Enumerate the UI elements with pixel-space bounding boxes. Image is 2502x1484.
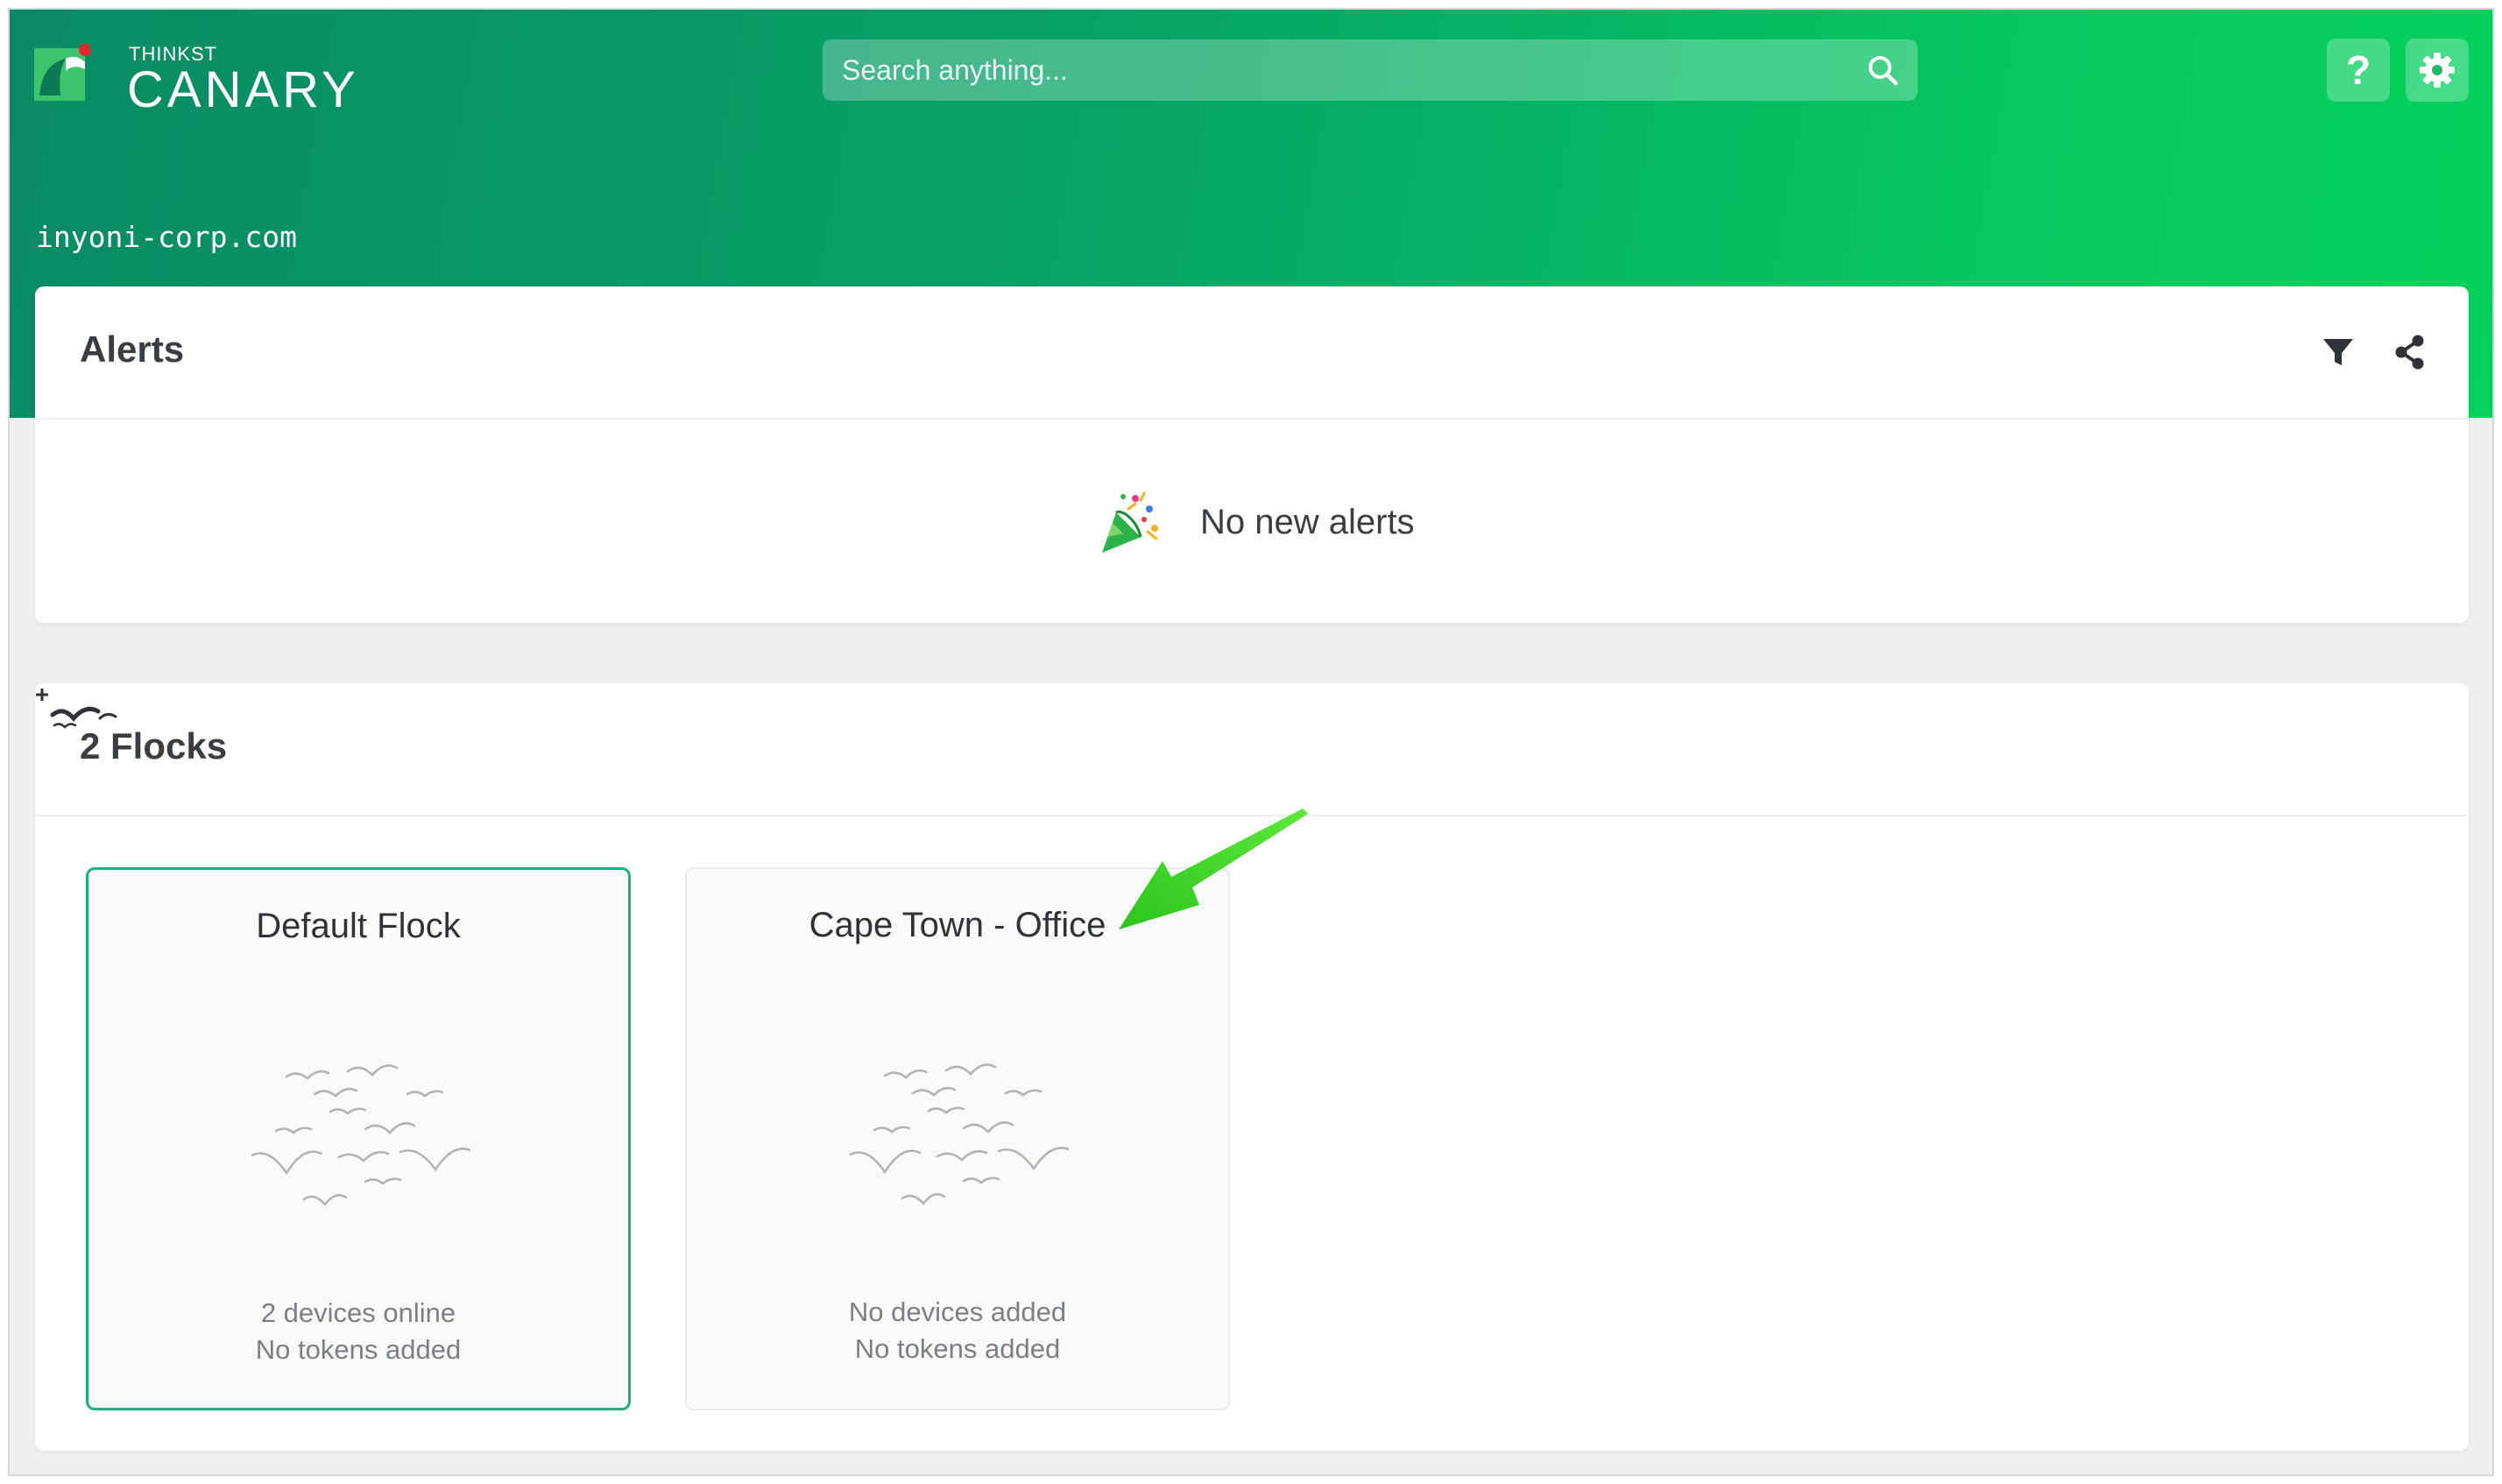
domain-label: inyoni-corp.com [36, 220, 298, 254]
logo-canary-text: CANARY [127, 61, 359, 118]
flock-birds-icon [251, 1064, 470, 1206]
no-alerts-panel: No new alerts [35, 420, 2469, 623]
search-icon[interactable] [1867, 54, 1898, 86]
filter-icon[interactable] [2318, 332, 2358, 372]
canary-logo[interactable]: THINKST CANARY [34, 38, 437, 118]
alerts-title: Alerts [80, 329, 185, 370]
party-popper-icon [1102, 491, 1158, 553]
settings-button[interactable] [2406, 39, 2469, 102]
flock-tile-default[interactable]: Default Flock 2 devices online No tokens… [86, 867, 631, 1410]
flock-name: Default Flock [256, 907, 461, 945]
flock-birds-icon [850, 1064, 1069, 1205]
flock-devices-status: No devices added [848, 1297, 1067, 1327]
alerts-card: Alerts No new alerts [35, 286, 2469, 623]
no-alerts-text: No new alerts [1200, 503, 1415, 541]
share-icon[interactable] [2390, 332, 2430, 372]
flocks-card: 2 Flocks Default Flock 2 devices online … [35, 683, 2469, 1451]
annotation-arrow [1119, 809, 1308, 929]
canary-logo-icon [34, 44, 91, 101]
flock-devices-status: 2 devices online [260, 1297, 456, 1328]
gear-icon [2420, 53, 2455, 88]
app-window: THINKST CANARY ? [8, 8, 2494, 1476]
flock-tokens-status: No tokens added [255, 1334, 462, 1365]
search-input[interactable] [823, 39, 1856, 101]
alerts-card-header: Alerts [35, 286, 2469, 420]
search-box[interactable] [823, 39, 1918, 101]
flock-tile-cape-town[interactable]: Cape Town - Office No devices added No t… [685, 867, 1230, 1410]
help-button[interactable]: ? [2327, 39, 2390, 102]
flock-tokens-status: No tokens added [854, 1333, 1061, 1364]
question-icon: ? [2345, 47, 2371, 93]
flocks-card-header: 2 Flocks [35, 683, 2469, 816]
flocks-title: 2 Flocks [80, 725, 228, 767]
